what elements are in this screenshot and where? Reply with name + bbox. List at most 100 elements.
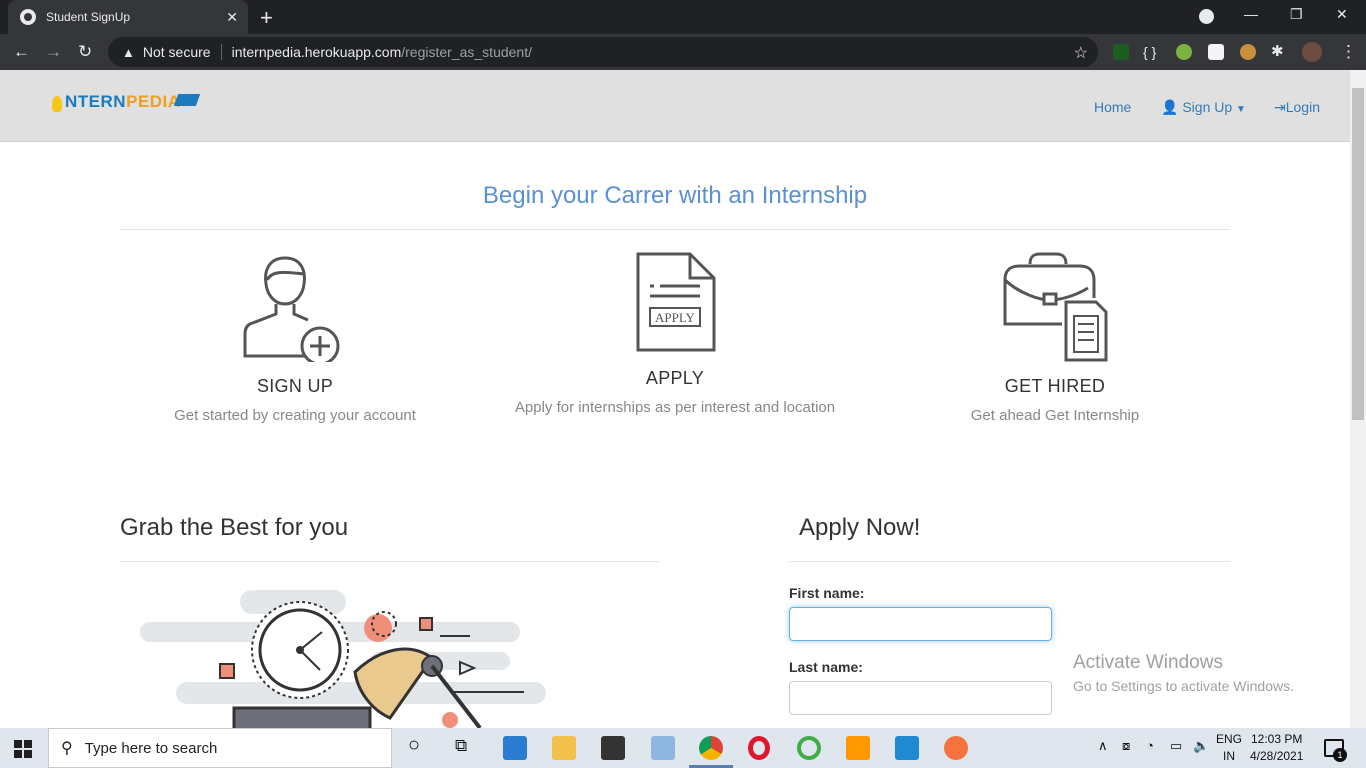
briefcase-icon xyxy=(1003,252,1108,362)
back-icon[interactable]: ← xyxy=(13,42,30,62)
tab-title: Student SignUp xyxy=(46,10,131,24)
profile-avatar[interactable] xyxy=(1302,42,1322,62)
scrollbar-thumb[interactable] xyxy=(1352,88,1364,420)
extension-flag-icon[interactable] xyxy=(1208,44,1224,60)
watermark-line2: Go to Settings to activate Windows. xyxy=(1073,678,1294,694)
windows-taskbar: ⚲ Type here to search ○ ⧉ ∧ ⧇ ◔ ▭ 🔈 ENG … xyxy=(0,728,1366,768)
clock-date: 4/28/2021 xyxy=(1250,749,1304,763)
browser-menu-icon[interactable]: ⋮ xyxy=(1340,42,1357,62)
clock-time: 12:03 PM xyxy=(1251,732,1303,746)
address-bar[interactable]: ▲ Not secure internpedia.herokuapp.com /… xyxy=(108,37,1098,67)
feature-title: SIGN UP xyxy=(256,376,334,396)
apply-document-icon: APPLY xyxy=(636,252,716,352)
search-icon: ⚲ xyxy=(61,740,73,757)
tab-search-icon[interactable] xyxy=(1199,9,1214,24)
task-view-icon[interactable]: ⧉ xyxy=(455,736,467,756)
warning-icon: ▲ xyxy=(122,44,135,60)
feature-get-hired: GET HIRED Get ahead Get Internship xyxy=(865,250,1245,424)
last-name-input[interactable] xyxy=(789,681,1052,715)
apply-now-heading: Apply Now! xyxy=(799,514,921,541)
mail-app-icon[interactable] xyxy=(503,736,527,760)
last-name-label: Last name: xyxy=(789,659,863,675)
battery-icon[interactable]: ▭ xyxy=(1170,738,1182,754)
vscode-app-icon[interactable] xyxy=(895,736,919,760)
feature-description: Apply for internships as per interest an… xyxy=(514,399,836,416)
extension-1-icon[interactable] xyxy=(1113,44,1129,60)
feature-apply: APPLY APPLY Apply for internships as per… xyxy=(485,250,865,416)
grab-best-heading: Grab the Best for you xyxy=(120,514,349,541)
apply-now-divider xyxy=(789,561,1230,562)
omnibox-divider xyxy=(220,44,222,60)
logo-text-part1: NTERN xyxy=(65,92,127,111)
apply-stamp-text: APPLY xyxy=(655,310,695,325)
nav-home-link[interactable]: Home xyxy=(1094,99,1131,115)
site-navbar: NTERNPEDIA Home 👤 Sign Up ▼ ⇥Login xyxy=(0,70,1350,142)
browser-tab[interactable]: Student SignUp ✕ xyxy=(8,0,248,34)
restore-icon[interactable]: ❐ xyxy=(1290,6,1303,23)
language-code: ENG xyxy=(1216,732,1243,746)
graduation-cap-icon xyxy=(173,94,201,106)
hero-divider xyxy=(120,229,1230,230)
minimize-icon[interactable]: — xyxy=(1244,6,1258,22)
reload-icon[interactable]: ↻ xyxy=(78,42,92,62)
tab-close-icon[interactable]: ✕ xyxy=(226,9,238,26)
logo-text-part2: PEDIA xyxy=(126,92,181,111)
watermark-line1: Activate Windows xyxy=(1073,652,1223,673)
language-indicator[interactable]: ENG IN xyxy=(1216,731,1242,765)
nav-signup-dropdown[interactable]: 👤 Sign Up ▼ xyxy=(1161,99,1246,116)
desk-lamp-illustration xyxy=(140,588,560,728)
volume-icon[interactable]: 🔈 xyxy=(1193,738,1209,754)
forward-icon[interactable]: → xyxy=(45,42,62,62)
wifi-icon[interactable]: ◔ xyxy=(1146,738,1154,753)
feature-title: GET HIRED xyxy=(1004,376,1106,396)
tray-overflow-icon[interactable]: ∧ xyxy=(1098,738,1108,754)
json-extension-icon[interactable]: { } xyxy=(1143,44,1156,60)
site-logo[interactable]: NTERNPEDIA xyxy=(52,92,181,112)
browser-toolbar: ← → ↻ ▲ Not secure internpedia.herokuapp… xyxy=(0,34,1366,70)
nav-login-link[interactable]: ⇥Login xyxy=(1274,99,1320,116)
chrome-app-icon[interactable] xyxy=(699,736,723,760)
taskbar-clock[interactable]: 12:03 PM 4/28/2021 xyxy=(1250,731,1303,765)
nav-signup-label: Sign Up xyxy=(1182,99,1233,115)
spin-app-icon[interactable] xyxy=(797,736,821,760)
activate-windows-watermark: Activate Windows Go to Settings to activ… xyxy=(1073,652,1294,694)
feature-signup: SIGN UP Get started by creating your acc… xyxy=(105,250,485,424)
close-window-icon[interactable]: ✕ xyxy=(1336,6,1348,23)
store-app-icon[interactable] xyxy=(601,736,625,760)
taskbar-search-box[interactable]: ⚲ Type here to search xyxy=(48,728,392,768)
caret-down-icon: ▼ xyxy=(1236,104,1246,115)
region-code: IN xyxy=(1223,749,1235,763)
url-host: internpedia.herokuapp.com xyxy=(231,44,402,60)
notification-count-badge: 1 xyxy=(1333,748,1347,762)
new-tab-icon[interactable]: + xyxy=(260,5,273,31)
cortana-icon[interactable]: ○ xyxy=(408,734,420,757)
site-favicon-icon xyxy=(20,9,36,25)
start-windows-icon[interactable] xyxy=(14,740,32,758)
login-icon: ⇥ xyxy=(1274,99,1286,115)
extension-plus-icon[interactable] xyxy=(1176,44,1192,60)
extension-face-icon[interactable] xyxy=(1240,44,1256,60)
feature-description: Get ahead Get Internship xyxy=(970,407,1140,424)
bookmark-star-icon[interactable]: ☆ xyxy=(1074,43,1088,63)
paw-app-icon[interactable] xyxy=(944,736,968,760)
first-name-label: First name: xyxy=(789,585,865,601)
extensions-puzzle-icon[interactable]: ✱ xyxy=(1271,42,1284,60)
first-name-input[interactable] xyxy=(789,607,1052,641)
user-icon: 👤 xyxy=(1161,99,1179,115)
nav-login-label: Login xyxy=(1285,99,1320,115)
grab-best-divider xyxy=(120,561,660,562)
feature-title: APPLY xyxy=(645,368,705,388)
url-path: /register_as_student/ xyxy=(401,44,532,60)
sublime-app-icon[interactable] xyxy=(846,736,870,760)
pc-app-icon[interactable] xyxy=(651,736,675,760)
hero-title: Begin your Carrer with an Internship xyxy=(482,182,868,209)
file-explorer-icon[interactable] xyxy=(552,736,576,760)
browser-tab-strip: Student SignUp ✕ + — ❐ ✕ xyxy=(0,0,1366,34)
page-scrollbar[interactable] xyxy=(1350,70,1366,728)
security-label: Not secure xyxy=(142,44,211,60)
user-add-icon xyxy=(243,256,340,362)
feature-description: Get started by creating your account xyxy=(174,407,416,424)
tray-app-icon[interactable]: ⧇ xyxy=(1122,738,1130,754)
taskbar-search-placeholder: Type here to search xyxy=(84,739,218,757)
opera-app-icon[interactable] xyxy=(748,736,770,760)
